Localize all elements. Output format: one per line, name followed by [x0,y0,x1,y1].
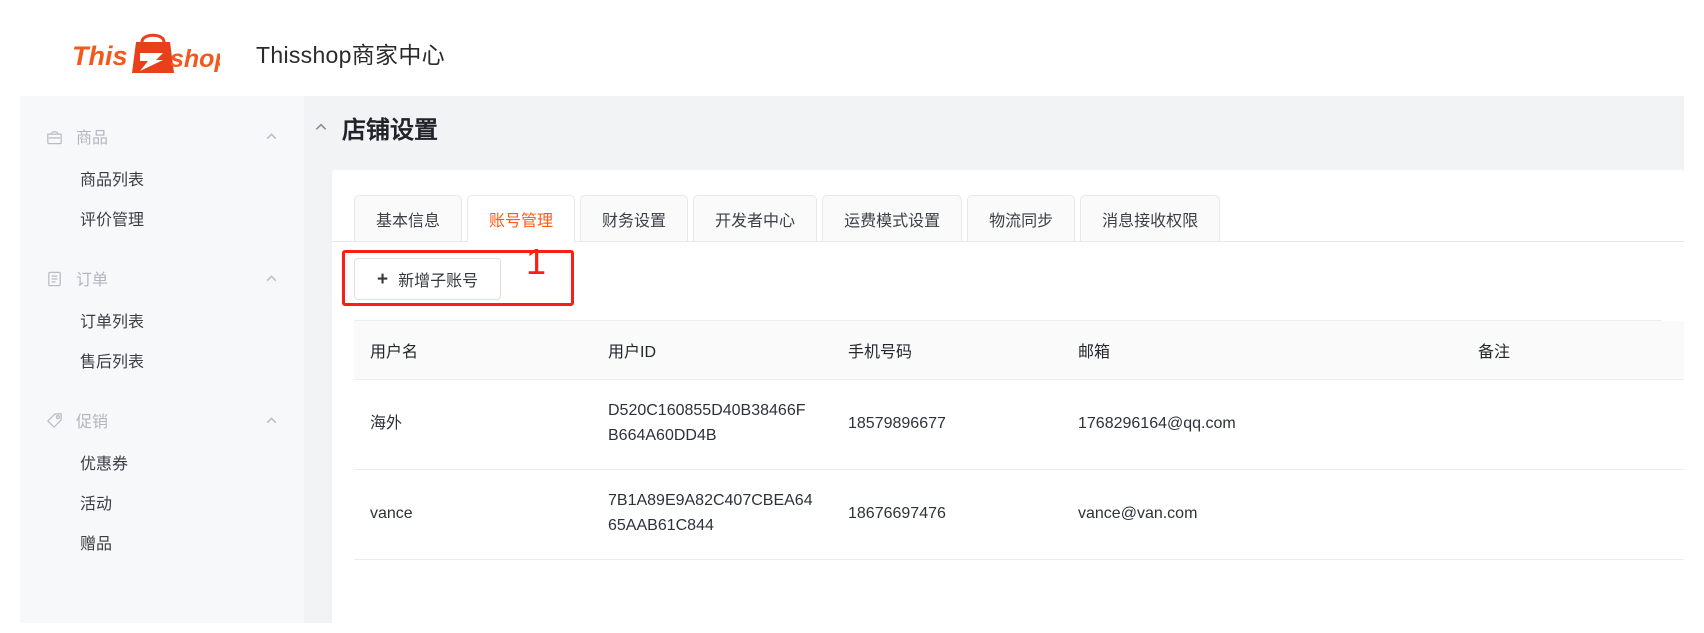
tab-shipping-mode-settings[interactable]: 运费模式设置 [822,195,963,241]
page-frame: This shop Thisshop商家中心 [20,10,1684,623]
column-header-userid: 用户ID [592,321,832,380]
sub-accounts-table: 用户名 用户ID 手机号码 邮箱 备注 海外 D520C160855D40B38… [354,321,1684,560]
tab-account-management[interactable]: 账号管理 [467,195,576,242]
clipboard-icon [48,271,61,286]
sidebar-divider-2 [20,384,304,398]
svg-text:shop: shop [170,45,220,73]
svg-text:This: This [72,41,128,71]
settings-tabs: 基本信息 账号管理 财务设置 开发者中心 运费模式设置 物流同步 消息接收权限 [332,170,1684,242]
add-sub-account-label: 新增子账号 [398,273,479,290]
sidebar-group-orders: 订单 订单列表 售后列表 [20,256,304,380]
plus-icon: + [377,268,389,290]
account-toolbar: + 新增子账号 1 [332,242,1684,320]
annotation-step-number: 1 [526,241,547,282]
tab-developer-center[interactable]: 开发者中心 [693,195,818,241]
table-row[interactable]: 海外 D520C160855D40B38466FB664A60DD4B 1857… [354,379,1684,470]
cell-note [1462,469,1684,560]
cell-phone: 18579896677 [832,379,1062,470]
table-head: 用户名 用户ID 手机号码 邮箱 备注 [354,321,1684,380]
tab-finance-settings[interactable]: 财务设置 [580,195,689,241]
cell-userid: D520C160855D40B38466FB664A60DD4B [592,379,832,470]
bag-icon [47,130,62,144]
settings-card: 基本信息 账号管理 财务设置 开发者中心 运费模式设置 物流同步 消息接收权限 … [332,170,1684,623]
page-title: 店铺设置 [342,116,438,144]
brand-logo[interactable]: This shop [70,30,220,76]
column-header-phone: 手机号码 [832,321,1062,380]
app-root: This shop Thisshop商家中心 [0,0,1704,633]
cell-userid: 7B1A89E9A82C407CBEA6465AAB61C844 [592,469,832,560]
top-header: This shop Thisshop商家中心 [20,10,1684,96]
sidebar-group-products: 商品 商品列表 评价管理 [20,114,304,238]
sub-accounts-table-wrapper: 用户名 用户ID 手机号码 邮箱 备注 海外 D520C160855D40B38… [354,320,1684,560]
tab-message-receive-permission[interactable]: 消息接收权限 [1080,195,1221,241]
sidebar-item-order-list[interactable]: 订单列表 [20,300,304,340]
table-header-row: 用户名 用户ID 手机号码 邮箱 备注 [354,321,1684,380]
cell-note [1462,379,1684,470]
cell-username: vance [354,469,592,560]
body-region: 商品 商品列表 评价管理 订单 订单列表 售后列表 促销 优惠券 活动 赠品 店… [20,96,1684,623]
cell-phone: 18676697476 [832,469,1062,560]
cell-username: 海外 [354,379,592,470]
tag-icon [46,412,62,428]
brand-title: Thisshop商家中心 [256,42,445,68]
sidebar-group-header-products[interactable]: 商品 [20,114,304,158]
chevron-up-icon[interactable] [265,414,278,427]
sidebar-item-product-list[interactable]: 商品列表 [20,158,304,198]
tab-logistics-sync[interactable]: 物流同步 [967,195,1076,241]
add-sub-account-button[interactable]: + 新增子账号 [354,258,502,300]
sidebar-divider-1 [20,242,304,256]
chevron-up-icon[interactable] [265,130,278,143]
sidebar-group-promotions: 促销 优惠券 活动 赠品 [20,398,304,562]
sidebar-item-gift[interactable]: 赠品 [20,522,304,562]
cell-email: vance@van.com [1062,469,1462,560]
page-header: 店铺设置 [304,96,1684,158]
sidebar-group-header-promotions[interactable]: 促销 [20,398,304,442]
sidebar-item-activity[interactable]: 活动 [20,482,304,522]
shopping-bag-icon: This shop [72,33,220,73]
sidebar-group-label: 促销 [76,414,109,431]
sidebar-item-aftersale-list[interactable]: 售后列表 [20,340,304,380]
sidebar-item-coupon[interactable]: 优惠券 [20,442,304,482]
sidebar-group-label: 商品 [76,130,109,147]
column-header-username: 用户名 [354,321,592,380]
sidebar-group-header-orders[interactable]: 订单 [20,256,304,300]
chevron-up-icon[interactable] [314,120,328,134]
sidebar-group-label: 订单 [76,272,109,289]
tab-basic-info[interactable]: 基本信息 [354,195,463,241]
cell-email: 1768296164@qq.com [1062,379,1462,470]
column-header-email: 邮箱 [1062,321,1462,380]
main-content: 店铺设置 基本信息 账号管理 财务设置 开发者中心 运费模式设置 物流同步 消息… [304,96,1684,623]
table-body: 海外 D520C160855D40B38466FB664A60DD4B 1857… [354,379,1684,560]
column-header-note: 备注 [1462,321,1684,380]
chevron-up-icon[interactable] [265,272,278,285]
sidebar-item-review-management[interactable]: 评价管理 [20,198,304,238]
table-row[interactable]: vance 7B1A89E9A82C407CBEA6465AAB61C844 1… [354,469,1684,560]
sidebar: 商品 商品列表 评价管理 订单 订单列表 售后列表 促销 优惠券 活动 赠品 [20,96,304,623]
